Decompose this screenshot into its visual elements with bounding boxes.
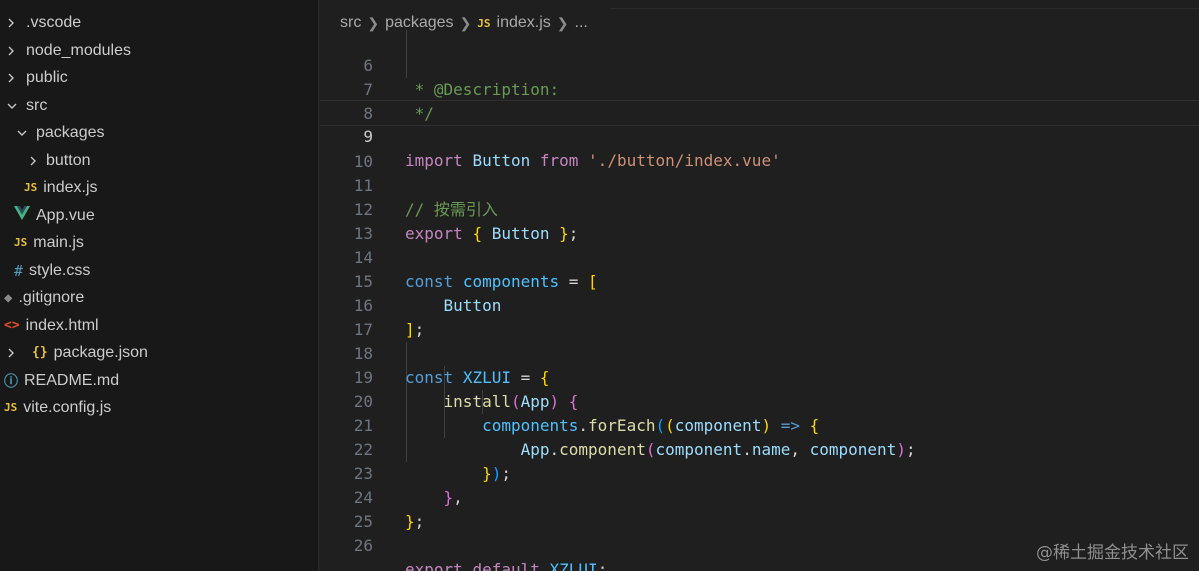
js-file-icon: JS — [4, 401, 18, 414]
code-line-current: 9 import Button from './button/index.vue… — [320, 100, 1199, 170]
code-line: 7 */ — [320, 54, 1199, 123]
chevron-right-icon — [6, 17, 18, 29]
code-line: 10 — [320, 126, 1199, 171]
code-line: 19 install(App) { — [320, 342, 1199, 411]
js-file-icon: JS — [24, 181, 38, 194]
chevron-right-icon: ❯ — [556, 14, 569, 31]
tree-file-index-js[interactable]: JS index.js — [0, 174, 318, 201]
tree-file-vite-config[interactable]: JS vite.config.js — [0, 394, 318, 421]
tree-item-package-json[interactable]: {} package.json — [0, 339, 318, 366]
vscode-window: .vscode node_modules public src packages… — [0, 0, 1199, 571]
chevron-down-icon — [6, 101, 18, 111]
tree-file-index-html[interactable]: <> index.html — [0, 312, 318, 339]
tree-file-app-vue[interactable]: App.vue — [0, 202, 318, 229]
code-line: 18 const XZLUI = { — [320, 318, 1199, 387]
line-number: 26 — [353, 536, 373, 555]
tree-item-label: style.css — [29, 261, 91, 279]
code-line: 15 Button — [320, 246, 1199, 315]
tree-folder-button[interactable]: button — [0, 147, 318, 174]
tree-item-label: main.js — [33, 233, 84, 251]
json-file-icon: {} — [32, 345, 48, 360]
css-file-icon: # — [14, 261, 24, 280]
tree-item-label: App.vue — [36, 206, 95, 224]
code-line: 20 components.forEach((component) => { — [320, 366, 1199, 435]
watermark-text: @稀土掘金技术社区 — [1036, 543, 1189, 563]
tree-file-style-css[interactable]: # style.css — [0, 257, 318, 284]
js-file-icon: JS — [14, 236, 28, 249]
chevron-right-icon — [6, 72, 18, 84]
code-line: 11 // 按需引入 — [320, 150, 1199, 219]
tree-item-label: README.md — [24, 371, 120, 389]
code-line: 14 const components = [ — [320, 222, 1199, 291]
tree-item-label: src — [26, 96, 48, 114]
code-line: 12 export { Button }; — [320, 174, 1199, 243]
tree-item-label: packages — [36, 123, 105, 141]
explorer-sidebar: .vscode node_modules public src packages… — [0, 0, 319, 571]
chevron-right-icon — [28, 155, 40, 167]
js-file-icon: JS — [477, 16, 491, 30]
vue-file-icon — [14, 206, 30, 225]
tree-folder-public[interactable]: public — [0, 64, 318, 91]
tree-item-label: package.json — [53, 343, 148, 361]
tree-item-label: index.js — [43, 178, 98, 196]
code-line: 6 * @Description: — [320, 30, 1199, 99]
tree-folder-vscode[interactable]: .vscode — [0, 9, 318, 36]
chevron-right-icon: ❯ — [367, 14, 380, 31]
code-line: 13 — [320, 198, 1199, 243]
code-line: 21 App.component(component.name, compone… — [320, 390, 1199, 459]
tree-item-label: .gitignore — [18, 288, 85, 306]
tree-file-readme[interactable]: ⓘ README.md — [0, 367, 318, 394]
code-line: 16 ]; — [320, 270, 1199, 339]
info-file-icon: ⓘ — [4, 373, 18, 390]
chevron-down-icon — [16, 128, 28, 138]
tree-item-label: index.html — [25, 316, 99, 334]
html-file-icon: <> — [4, 318, 20, 333]
code-line: 8 — [320, 78, 1199, 123]
tree-item-label: public — [26, 68, 68, 86]
code-line: 17 — [320, 294, 1199, 339]
code-area[interactable]: 6 * @Description: 7 */ 8 9 import Button… — [320, 30, 1199, 571]
code-line: 22 }); — [320, 414, 1199, 483]
tree-item-label: node_modules — [26, 41, 131, 59]
code-line: 26 export default XZLUI; — [320, 510, 1199, 571]
tree-file-gitignore[interactable]: ◆ .gitignore — [0, 284, 318, 311]
chevron-right-icon — [6, 347, 18, 359]
code-line: 23 }, — [320, 438, 1199, 507]
line-code: export default XZLUI; — [405, 560, 608, 571]
tree-folder-node-modules[interactable]: node_modules — [0, 37, 318, 64]
tree-item-label: button — [46, 151, 91, 169]
code-editor[interactable]: src ❯ packages ❯ JS index.js ❯ ... 6 * @… — [320, 0, 1199, 571]
tree-folder-src[interactable]: src — [0, 92, 318, 119]
code-line: 24 }; — [320, 462, 1199, 531]
chevron-right-icon — [6, 45, 18, 57]
tree-file-main-js[interactable]: JS main.js — [0, 229, 318, 256]
tab-strip-divider — [610, 0, 1199, 9]
git-file-icon: ◆ — [4, 289, 13, 306]
tree-item-label: vite.config.js — [23, 398, 112, 416]
code-line: 25 — [320, 486, 1199, 531]
tree-folder-packages[interactable]: packages — [0, 119, 318, 146]
tree-item-label: .vscode — [26, 13, 82, 31]
chevron-right-icon: ❯ — [459, 14, 472, 31]
